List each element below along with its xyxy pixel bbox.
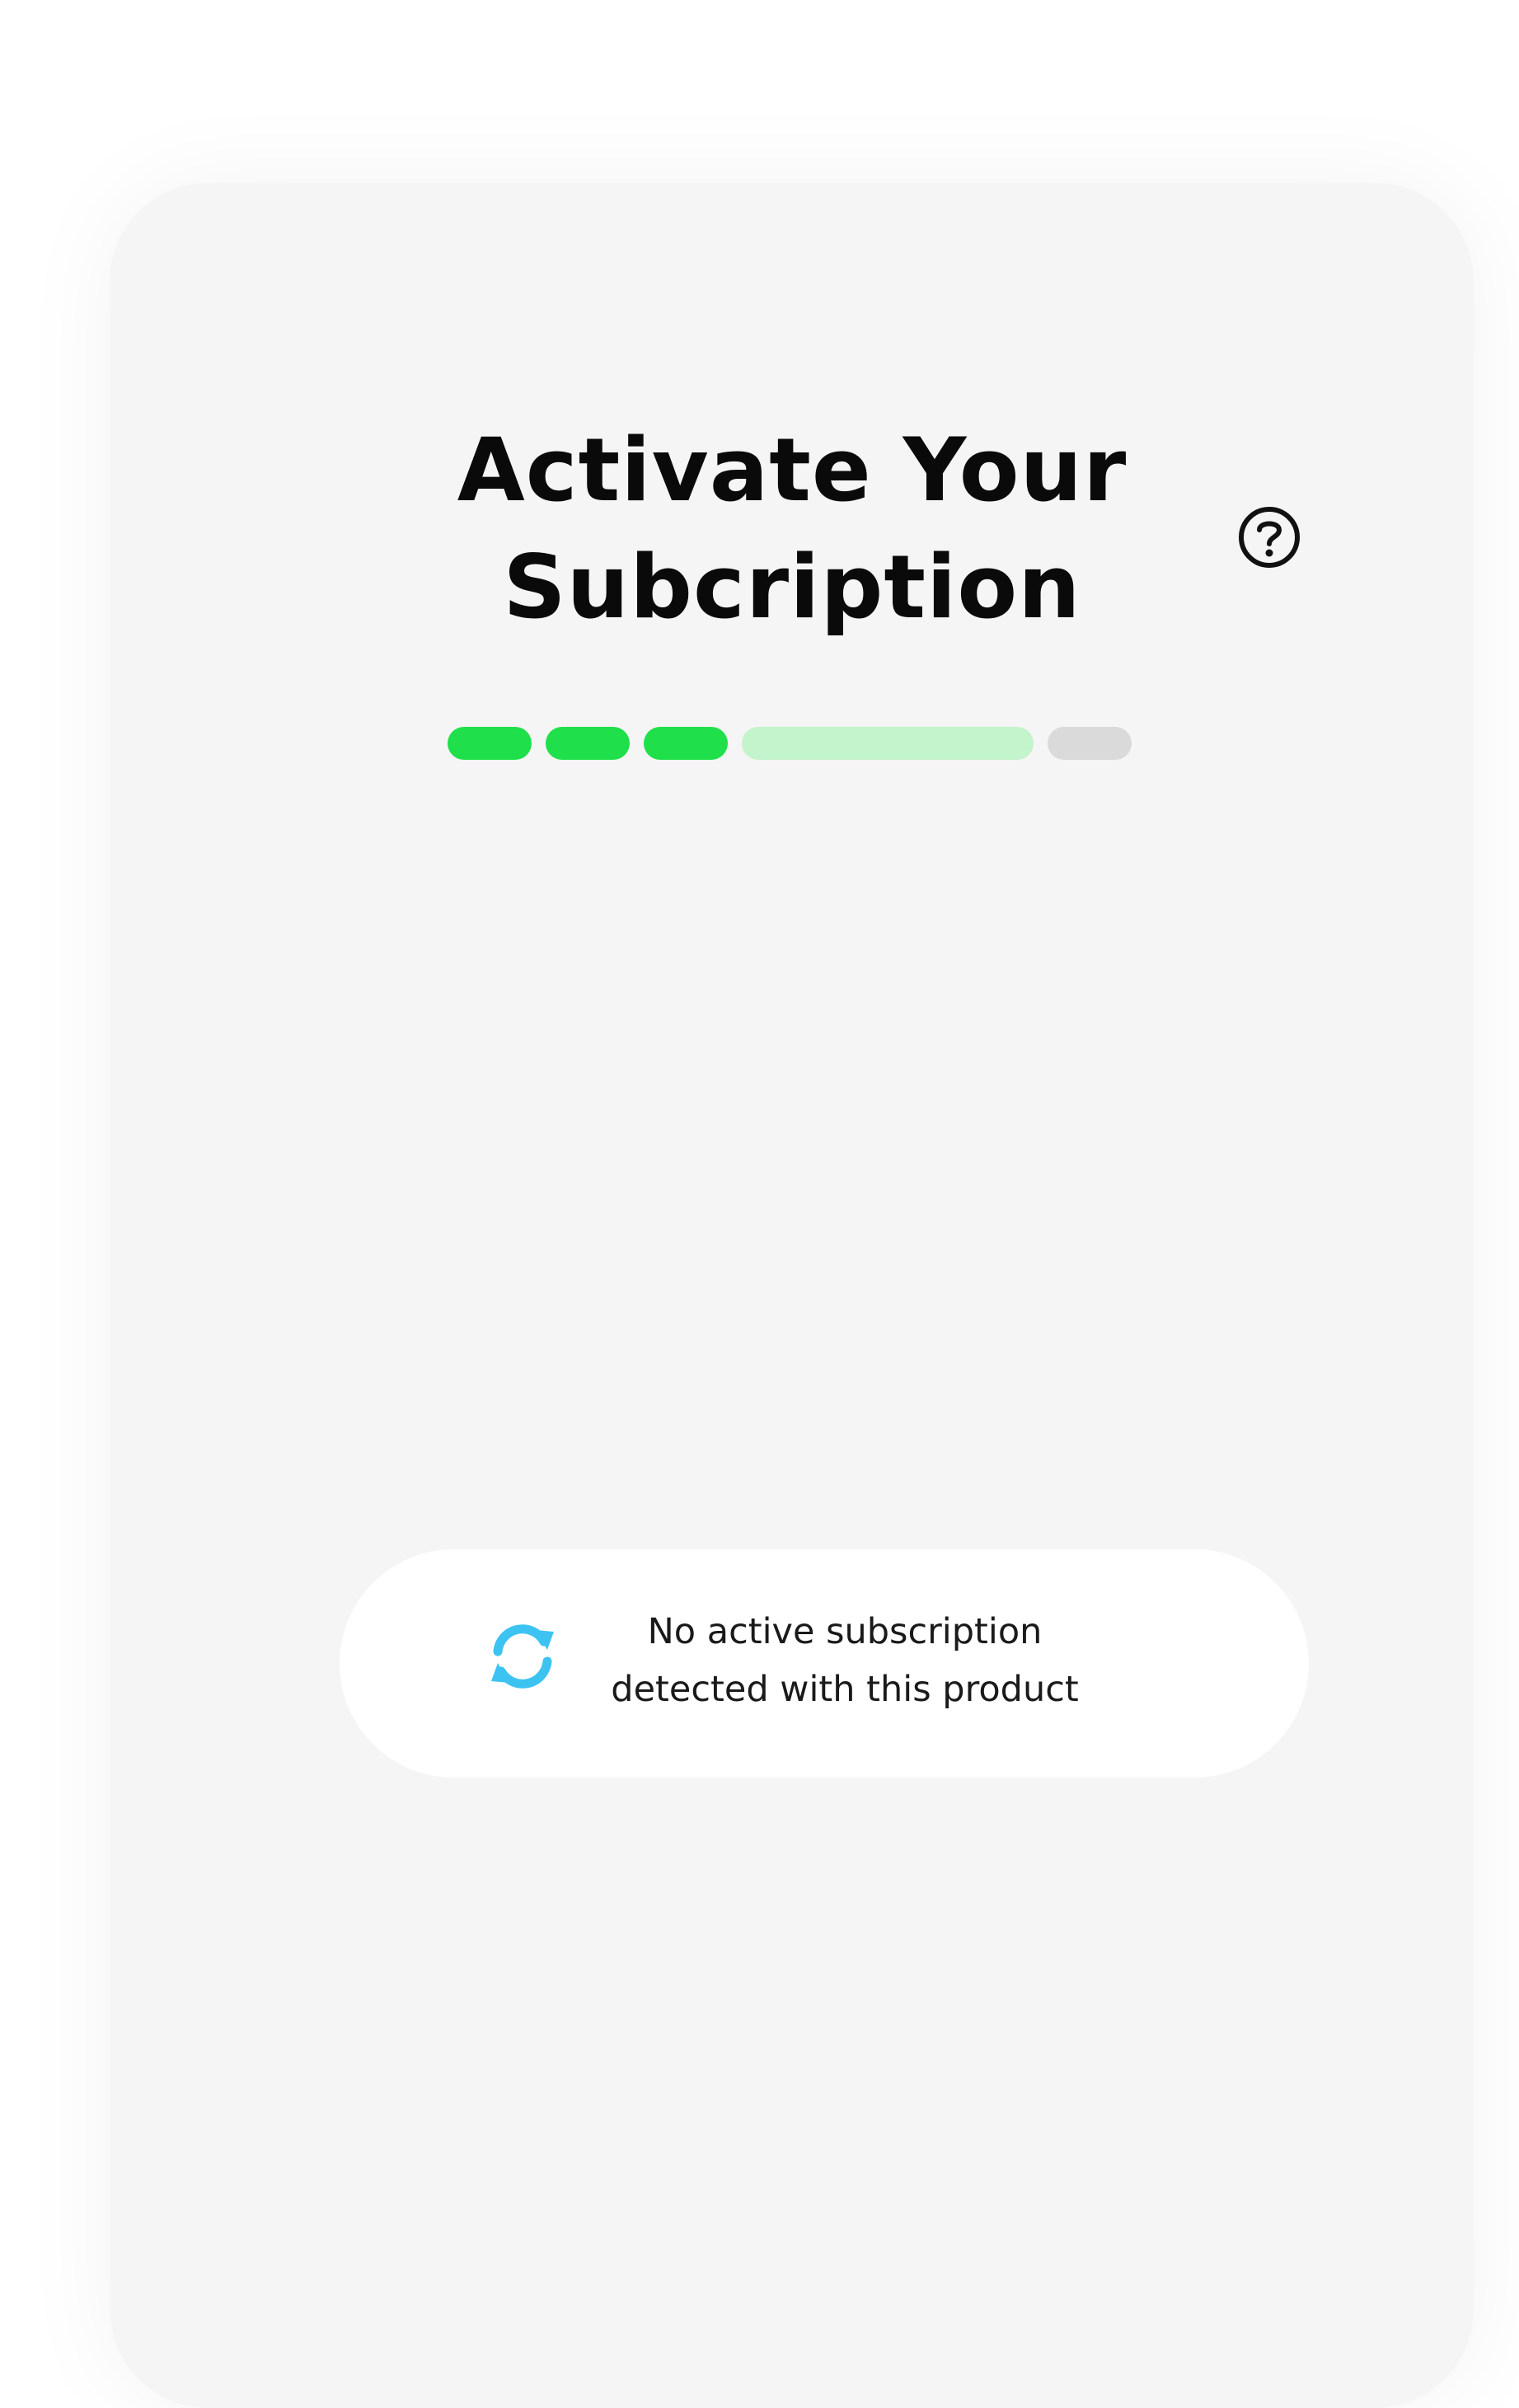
refresh-button[interactable] [480,1614,565,1699]
progress-step-completed [546,727,630,760]
page-title: Activate Your Subcription [457,419,1128,638]
progress-step-completed [644,727,728,760]
progress-step-pending [1048,727,1132,760]
progress-step-current [742,727,1034,760]
help-button[interactable] [1236,504,1302,570]
step-progress-bar [0,727,1519,760]
subscription-status-message: No active subscription detected with thi… [611,1611,1079,1710]
progress-step-completed [448,727,532,760]
question-circle-icon [1236,504,1302,570]
sync-icon [480,1614,565,1699]
